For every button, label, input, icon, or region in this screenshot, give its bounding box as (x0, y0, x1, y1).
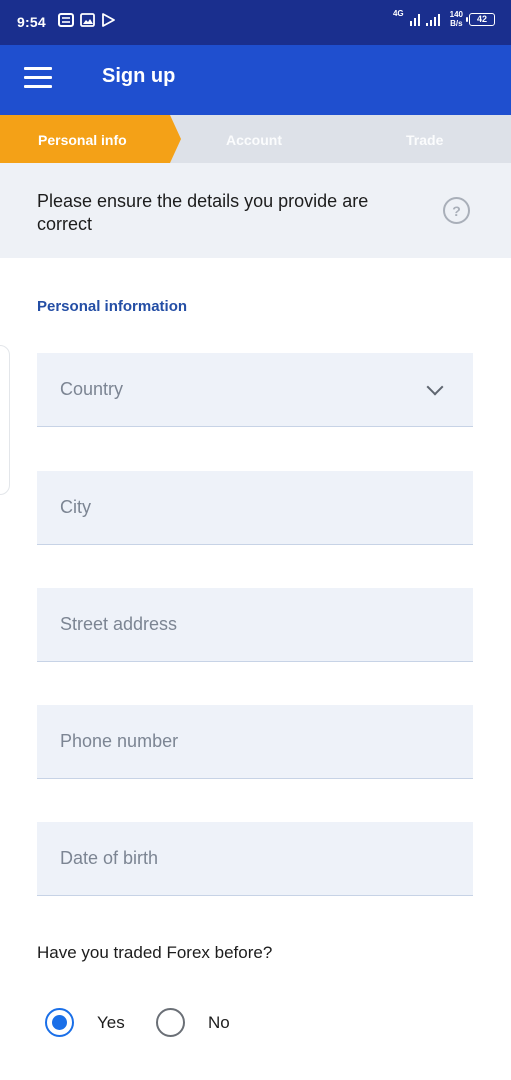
chevron-down-icon (426, 378, 444, 396)
street-address-placeholder: Street address (60, 614, 178, 634)
date-of-birth-input[interactable]: Date of birth (37, 822, 473, 896)
date-of-birth-placeholder: Date of birth (60, 848, 159, 868)
street-address-input[interactable]: Street address (37, 588, 473, 662)
network-type: 4G (392, 8, 404, 18)
radio-no-icon[interactable] (156, 1008, 185, 1037)
help-icon[interactable]: ? (443, 197, 470, 224)
step-account[interactable]: Account (226, 132, 282, 148)
menu-icon[interactable] (24, 65, 54, 95)
gallery-icon (80, 13, 95, 27)
status-bar: 9:54 4G 140 B/s 42 (0, 0, 511, 45)
radio-yes-label: Yes (97, 1012, 125, 1032)
notice-banner: Please ensure the details you provide ar… (0, 163, 511, 258)
page-title: Sign up (102, 65, 176, 87)
battery-icon: 42 (466, 12, 495, 26)
status-time: 9:54 (17, 14, 46, 30)
city-placeholder: City (60, 497, 91, 517)
battery-level: 42 (476, 14, 487, 24)
forex-question: Have you traded Forex before? (37, 943, 273, 962)
city-input[interactable]: City (37, 471, 473, 545)
message-icon (58, 13, 74, 27)
network-speed: 140 B/s (450, 10, 463, 28)
signup-stepper: Personal info Account Trade (0, 115, 511, 163)
radio-no[interactable]: No (156, 1008, 230, 1037)
system-icons: 4G 140 B/s 42 (392, 8, 495, 28)
section-title: Personal information (37, 298, 188, 315)
radio-yes-icon[interactable] (45, 1008, 74, 1037)
radio-no-label: No (208, 1012, 230, 1032)
phone-number-placeholder: Phone number (60, 731, 179, 751)
help-symbol: ? (452, 202, 461, 219)
step-trade[interactable]: Trade (406, 132, 443, 148)
play-store-icon (102, 13, 115, 27)
notice-text: Please ensure the details you provide ar… (37, 191, 369, 234)
signal-icon (409, 14, 440, 26)
speed-unit: B/s (450, 19, 463, 28)
country-placeholder: Country (60, 379, 124, 399)
speed-value: 140 (449, 10, 463, 19)
radio-yes[interactable]: Yes (45, 1008, 125, 1037)
country-select[interactable]: Country (37, 353, 473, 427)
step-personal-info[interactable]: Personal info (38, 132, 127, 148)
side-panel-edge (0, 345, 10, 495)
phone-number-input[interactable]: Phone number (37, 705, 473, 779)
app-bar: Sign up (0, 45, 511, 115)
notification-icons (58, 13, 115, 27)
